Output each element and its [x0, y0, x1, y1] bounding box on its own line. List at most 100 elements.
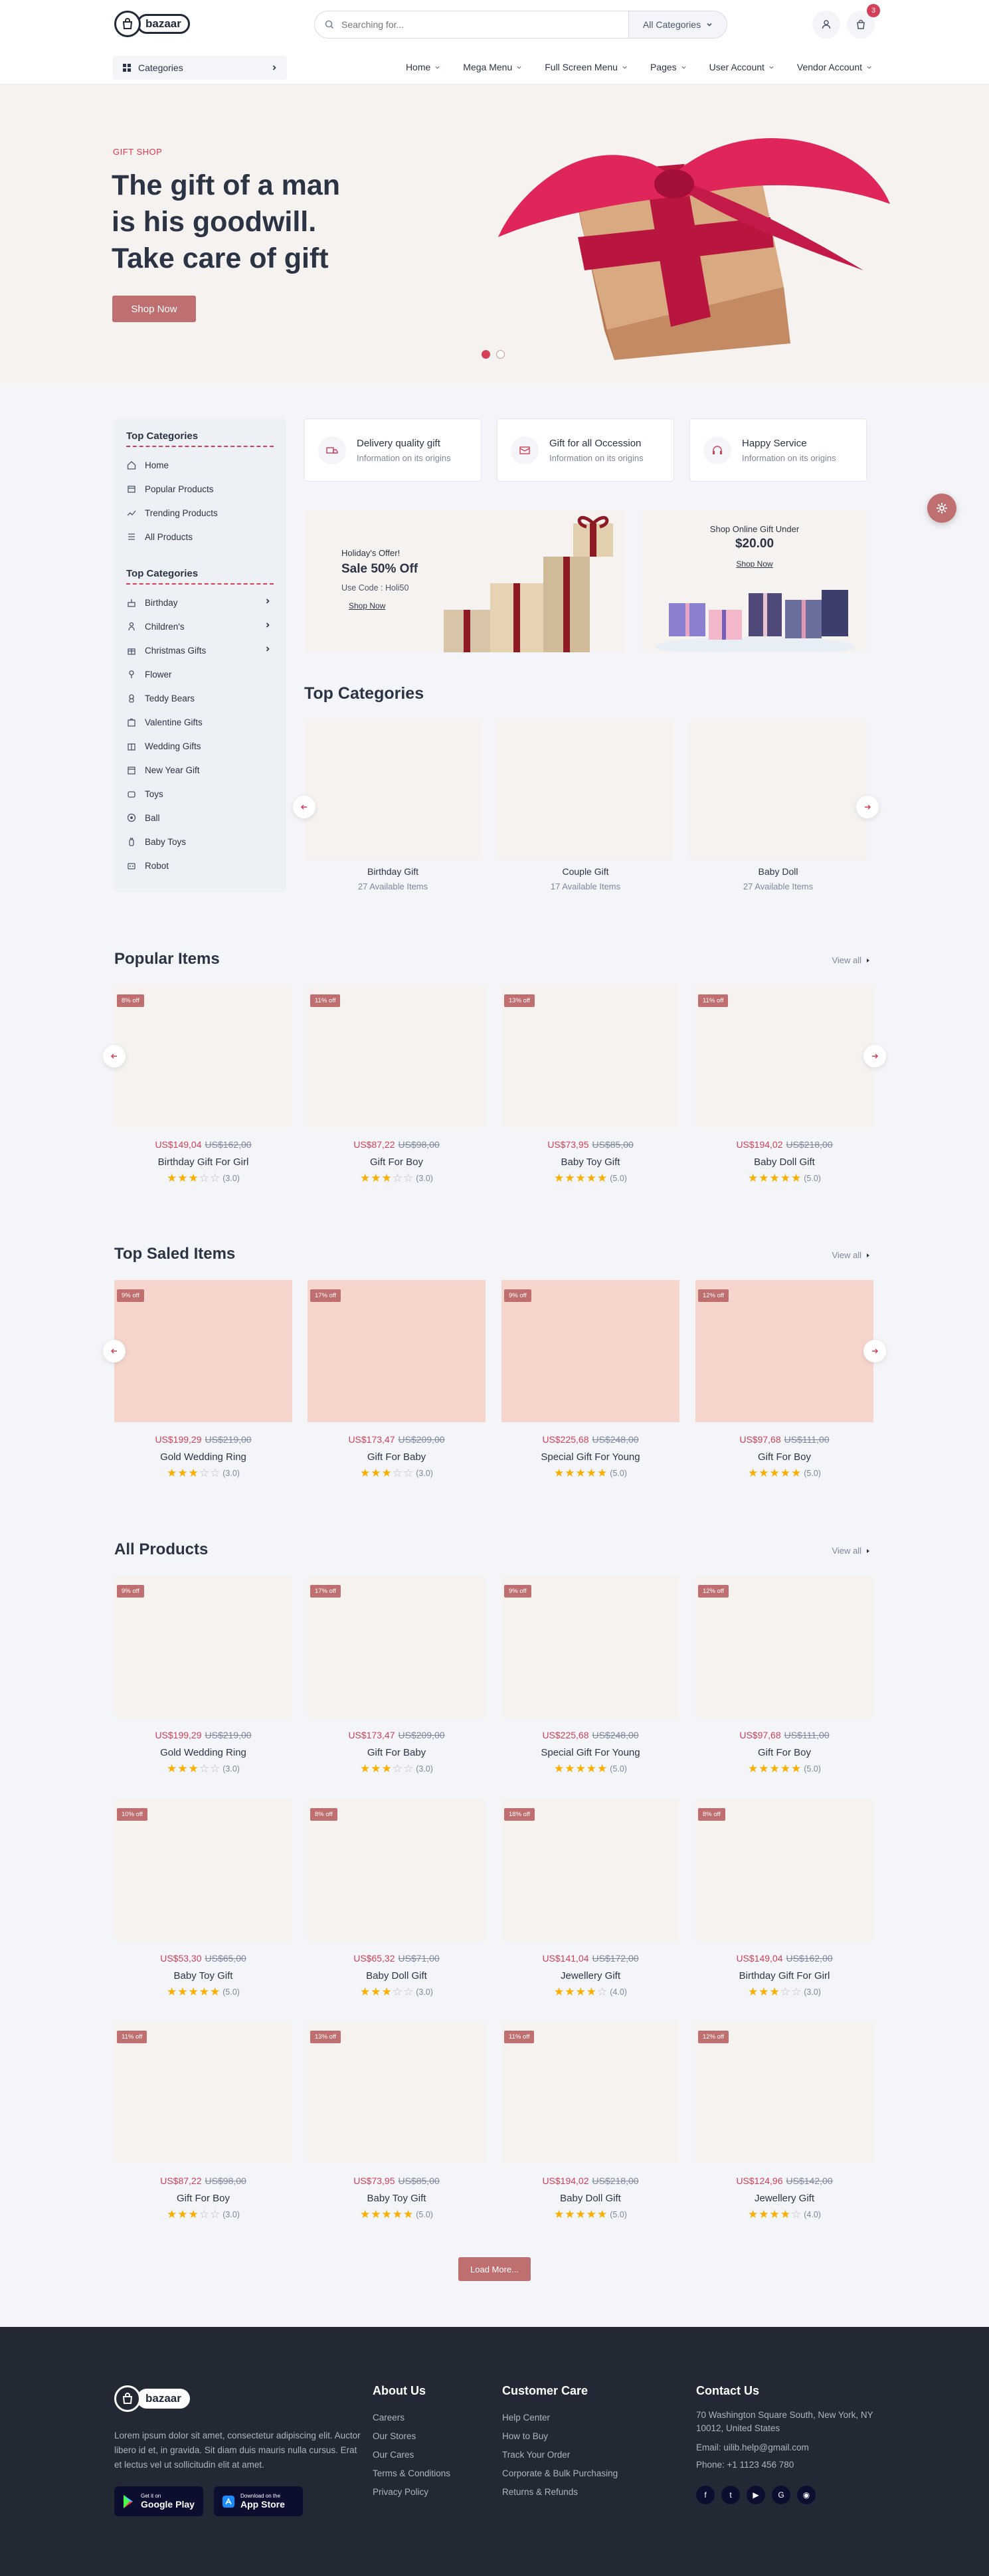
sidebar-item-trending-products[interactable]: Trending Products	[126, 501, 274, 525]
promo-shop-now-link[interactable]: Shop Now	[349, 601, 385, 610]
popular-prev-button[interactable]	[103, 1045, 126, 1067]
popular-next-button[interactable]	[863, 1045, 886, 1067]
product-image[interactable]: 9% off	[501, 1576, 679, 1718]
promo-banner-under-20[interactable]: Shop Online Gift Under $20.00 Shop Now	[642, 510, 867, 652]
product-image[interactable]: 9% off	[114, 1280, 292, 1422]
product-card[interactable]: 11% off US$87,22 US$98,00 Gift For Boy ★ ★ ★ ☆ ☆…	[114, 2021, 292, 2221]
carousel-dot-2[interactable]	[496, 350, 505, 359]
popular-view-all-link[interactable]: View all	[832, 955, 871, 965]
product-name[interactable]: Gift For Baby	[308, 1451, 486, 1463]
nav-home[interactable]: Home	[406, 62, 440, 72]
footer-link-terms[interactable]: Terms & Conditions	[373, 2464, 450, 2483]
footer-logo[interactable]: bazaar	[114, 2385, 190, 2412]
logo[interactable]: bazaar	[114, 11, 190, 37]
youtube-icon[interactable]: ▶	[747, 2486, 765, 2504]
product-name[interactable]: Special Gift For Young	[501, 1747, 679, 1758]
product-card[interactable]: 8% off US$149,04 US$162,00 Birthday Gift Fo…	[114, 985, 292, 1185]
product-card[interactable]: 9% off US$199,29 US$219,00 Gold Wedding Rin…	[114, 1576, 292, 1776]
product-image[interactable]: 10% off	[114, 1799, 292, 1941]
product-image[interactable]: 13% off	[308, 2021, 486, 2163]
product-card[interactable]: 17% off US$173,47 US$209,00 Gift For Baby ★ ★…	[308, 1576, 486, 1776]
product-name[interactable]: Gold Wedding Ring	[114, 1451, 292, 1463]
footer-link-privacy[interactable]: Privacy Policy	[373, 2483, 450, 2502]
sidebar-item-baby-toys[interactable]: Baby Toys	[126, 830, 274, 854]
product-image[interactable]: 9% off	[501, 1280, 679, 1422]
product-card[interactable]: 9% off US$225,68 US$248,00 Special Gift For…	[501, 1280, 679, 1480]
product-image[interactable]: 8% off	[114, 985, 292, 1127]
facebook-icon[interactable]: f	[696, 2486, 715, 2504]
product-name[interactable]: Baby Toy Gift	[501, 1156, 679, 1168]
product-image[interactable]: 12% off	[695, 2021, 873, 2163]
promo-banner-holiday[interactable]: Holiday's Offer! Sale 50% Off Use Code :…	[304, 510, 626, 652]
nav-mega-menu[interactable]: Mega Menu	[463, 62, 522, 72]
promo2-shop-now-link[interactable]: Shop Now	[642, 559, 867, 569]
product-image[interactable]: 9% off	[114, 1576, 292, 1718]
product-card[interactable]: 10% off US$53,30 US$65,00 Baby Toy Gift ★ ★ ★ ★…	[114, 1799, 292, 1999]
carousel-dot-1[interactable]	[482, 350, 490, 359]
user-account-button[interactable]	[812, 11, 840, 39]
product-image[interactable]: 17% off	[308, 1280, 486, 1422]
product-name[interactable]: Baby Doll Gift	[308, 1970, 486, 1981]
sidebar-item-popular-products[interactable]: Popular Products	[126, 477, 274, 501]
sidebar-item-flower[interactable]: Flower	[126, 662, 274, 686]
product-image[interactable]: 11% off	[501, 2021, 679, 2163]
settings-button[interactable]	[927, 494, 956, 523]
sidebar-item-ball[interactable]: Ball	[126, 806, 274, 830]
category-card-birthday[interactable]	[304, 719, 482, 860]
search-input[interactable]	[315, 11, 628, 38]
footer-link-corporate[interactable]: Corporate & Bulk Purchasing	[502, 2464, 618, 2483]
sidebar-item-birthday[interactable]: Birthday	[126, 591, 274, 614]
product-card[interactable]: 11% off US$194,02 US$218,00 Baby Doll Gift ★…	[501, 2021, 679, 2221]
google-play-button[interactable]: Get it on Google Play	[114, 2486, 203, 2516]
sidebar-item-teddy-bears[interactable]: Teddy Bears	[126, 686, 274, 710]
product-card[interactable]: 13% off US$73,95 US$85,00 Baby Toy Gift ★ ★ ★ ★…	[308, 2021, 486, 2221]
product-name[interactable]: Gift For Boy	[695, 1747, 873, 1758]
product-name[interactable]: Baby Doll Gift	[501, 2193, 679, 2204]
product-image[interactable]: 18% off	[501, 1799, 679, 1941]
top_saled-next-button[interactable]	[863, 1340, 886, 1362]
product-card[interactable]: 12% off US$97,68 US$111,00 Gift For Boy ★ ★ ★ ★…	[695, 1280, 873, 1480]
product-image[interactable]: 11% off	[308, 985, 486, 1127]
product-card[interactable]: 9% off US$199,29 US$219,00 Gold Wedding Rin…	[114, 1280, 292, 1480]
product-card[interactable]: 8% off US$65,32 US$71,00 Baby Doll Gift ★ ★ ★ ☆…	[308, 1799, 486, 1999]
product-card[interactable]: 9% off US$225,68 US$248,00 Special Gift For…	[501, 1576, 679, 1776]
instagram-icon[interactable]: ◉	[797, 2486, 816, 2504]
footer-link-our-stores[interactable]: Our Stores	[373, 2427, 450, 2446]
product-name[interactable]: Gift For Boy	[114, 2193, 292, 2204]
product-image[interactable]: 12% off	[695, 1576, 873, 1718]
footer-link-help-center[interactable]: Help Center	[502, 2409, 618, 2427]
category-card-baby-doll[interactable]	[689, 719, 867, 860]
shop-now-button[interactable]: Shop Now	[112, 296, 196, 322]
product-card[interactable]: 12% off US$97,68 US$111,00 Gift For Boy ★ ★ ★ ★…	[695, 1576, 873, 1776]
search-category-select[interactable]: All Categories	[628, 11, 727, 38]
sidebar-item-new-year-gift[interactable]: New Year Gift	[126, 758, 274, 782]
product-name[interactable]: Birthday Gift For Girl	[695, 1970, 873, 1981]
twitter-icon[interactable]: t	[721, 2486, 740, 2504]
product-image[interactable]: 11% off	[695, 985, 873, 1127]
product-name[interactable]: Baby Toy Gift	[114, 1970, 292, 1981]
product-image[interactable]: 8% off	[308, 1799, 486, 1941]
product-name[interactable]: Gift For Boy	[308, 1156, 486, 1168]
categories-prev-button[interactable]	[293, 796, 315, 818]
product-name[interactable]: Baby Toy Gift	[308, 2193, 486, 2204]
google-icon[interactable]: G	[772, 2486, 790, 2504]
product-image[interactable]: 8% off	[695, 1799, 873, 1941]
product-card[interactable]: 18% off US$141,04 US$172,00 Jewellery Gift ★…	[501, 1799, 679, 1999]
product-card[interactable]: 12% off US$124,96 US$142,00 Jewellery Gift ★…	[695, 2021, 873, 2221]
product-image[interactable]: 17% off	[308, 1576, 486, 1718]
product-name[interactable]: Jewellery Gift	[695, 2193, 873, 2204]
sidebar-item-valentine-gifts[interactable]: Valentine Gifts	[126, 710, 274, 734]
product-image[interactable]: 12% off	[695, 1280, 873, 1422]
sidebar-item-home[interactable]: Home	[126, 453, 274, 477]
product-card[interactable]: 11% off US$194,02 US$218,00 Baby Doll Gift ★…	[695, 985, 873, 1185]
product-card[interactable]: 17% off US$173,47 US$209,00 Gift For Baby ★ ★…	[308, 1280, 486, 1480]
product-card[interactable]: 11% off US$87,22 US$98,00 Gift For Boy ★ ★ ★ ☆ ☆…	[308, 985, 486, 1185]
sidebar-item-toys[interactable]: Toys	[126, 782, 274, 806]
categories-next-button[interactable]	[856, 796, 879, 818]
footer-link-returns[interactable]: Returns & Refunds	[502, 2483, 618, 2502]
top_saled-view-all-link[interactable]: View all	[832, 1250, 871, 1260]
product-image[interactable]: 11% off	[114, 2021, 292, 2163]
product-name[interactable]: Birthday Gift For Girl	[114, 1156, 292, 1168]
product-name[interactable]: Gold Wedding Ring	[114, 1747, 292, 1758]
footer-link-how-to-buy[interactable]: How to Buy	[502, 2427, 618, 2446]
